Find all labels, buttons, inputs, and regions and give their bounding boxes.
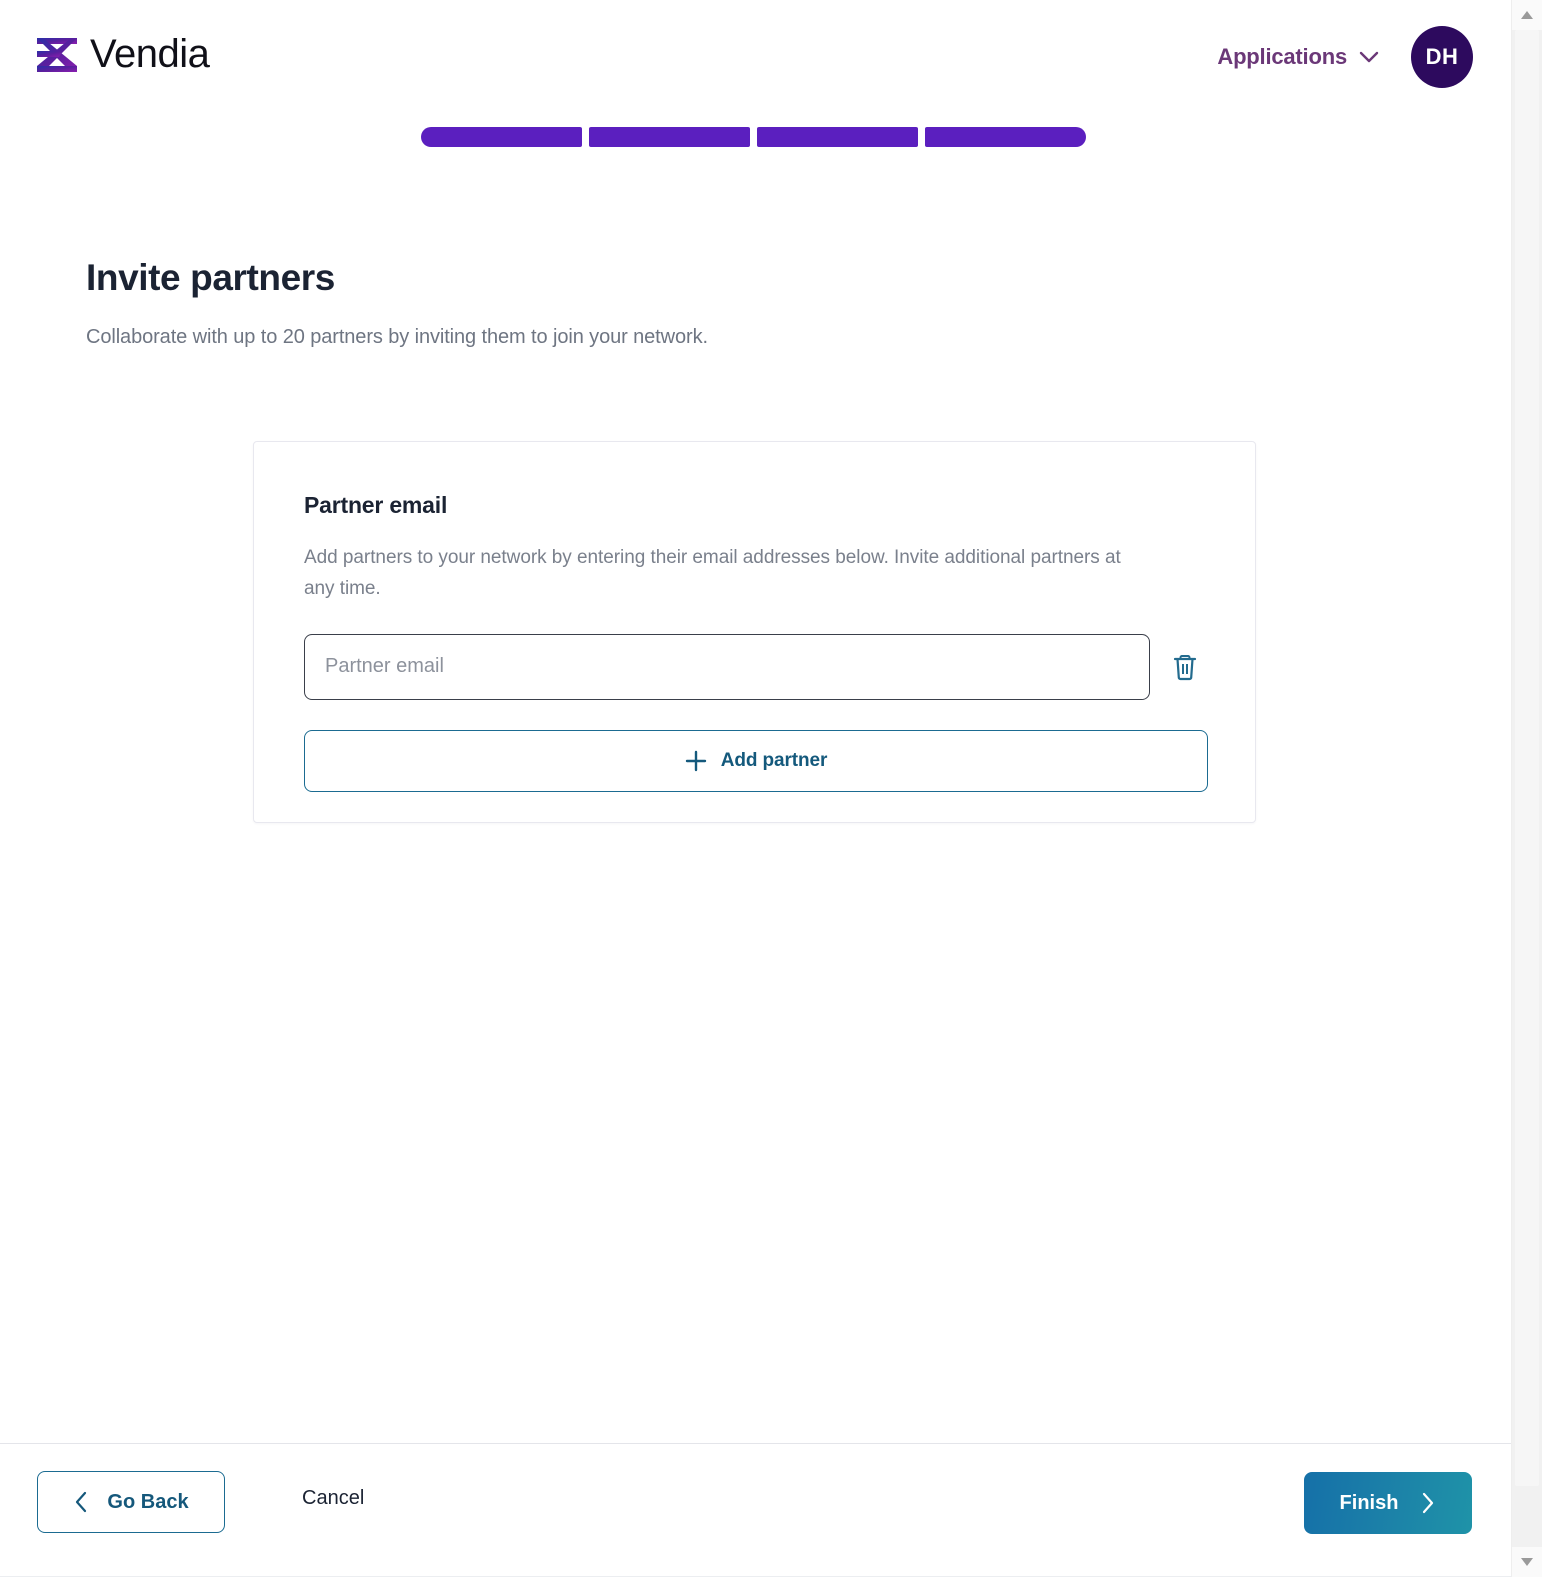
trash-icon xyxy=(1174,654,1197,680)
add-partner-button[interactable]: Add partner xyxy=(304,729,1208,792)
partner-email-row xyxy=(304,633,1205,700)
delete-partner-button[interactable] xyxy=(1166,647,1205,687)
footer-bar: Go Back Cancel Finish xyxy=(0,1444,1511,1577)
progress-stepper xyxy=(421,127,1089,147)
vertical-scrollbar[interactable] xyxy=(1511,0,1542,1577)
add-partner-label: Add partner xyxy=(720,749,828,771)
finish-label: Finish xyxy=(1339,1491,1399,1514)
scroll-down-arrow-icon xyxy=(1521,1558,1533,1566)
page-subtitle: Collaborate with up to 20 partners by in… xyxy=(86,326,708,349)
avatar[interactable]: DH xyxy=(1411,26,1473,88)
partner-email-input[interactable] xyxy=(304,633,1150,700)
app-header: Vendia Applications DH xyxy=(0,0,1511,116)
chevron-right-icon xyxy=(1423,1492,1434,1514)
page-header: Invite partners Collaborate with up to 2… xyxy=(86,256,1186,349)
scroll-down-button[interactable] xyxy=(1512,1547,1542,1577)
cancel-button[interactable]: Cancel xyxy=(302,1487,364,1510)
brand-name: Vendia xyxy=(90,32,210,76)
chevron-left-icon xyxy=(76,1491,87,1513)
chevron-down-icon xyxy=(1359,51,1379,63)
partner-email-card: Partner email Add partners to your netwo… xyxy=(253,441,1256,823)
cancel-label: Cancel xyxy=(302,1487,365,1509)
applications-label: Applications xyxy=(1217,44,1347,69)
page-title: Invite partners xyxy=(86,257,335,298)
stepper-segment-2 xyxy=(589,127,750,147)
header-actions: Applications DH xyxy=(1217,26,1473,88)
finish-button[interactable]: Finish xyxy=(1304,1472,1472,1534)
page-content: Vendia Applications DH Invite partners C… xyxy=(0,0,1511,1577)
avatar-initials: DH xyxy=(1425,44,1459,69)
stepper-segment-4 xyxy=(925,127,1086,147)
card-body: Partner email Add partners to your netwo… xyxy=(254,442,1255,792)
go-back-label: Go Back xyxy=(107,1490,189,1513)
stepper-segment-1 xyxy=(421,127,582,147)
applications-dropdown[interactable]: Applications xyxy=(1217,44,1379,70)
stepper-segment-3 xyxy=(757,127,918,147)
vendia-ribbon-logo-icon xyxy=(37,38,77,72)
brand-logo[interactable]: Vendia xyxy=(33,32,210,76)
go-back-button[interactable]: Go Back xyxy=(37,1471,225,1533)
app-root: Vendia Applications DH Invite partners C… xyxy=(0,0,1542,1577)
card-title: Partner email xyxy=(304,492,448,518)
card-description: Add partners to your network by entering… xyxy=(304,547,1121,599)
scroll-up-button[interactable] xyxy=(1512,0,1542,30)
scrollbar-thumb[interactable] xyxy=(1515,30,1539,1486)
scroll-up-arrow-icon xyxy=(1521,11,1533,19)
plus-icon xyxy=(685,750,706,771)
